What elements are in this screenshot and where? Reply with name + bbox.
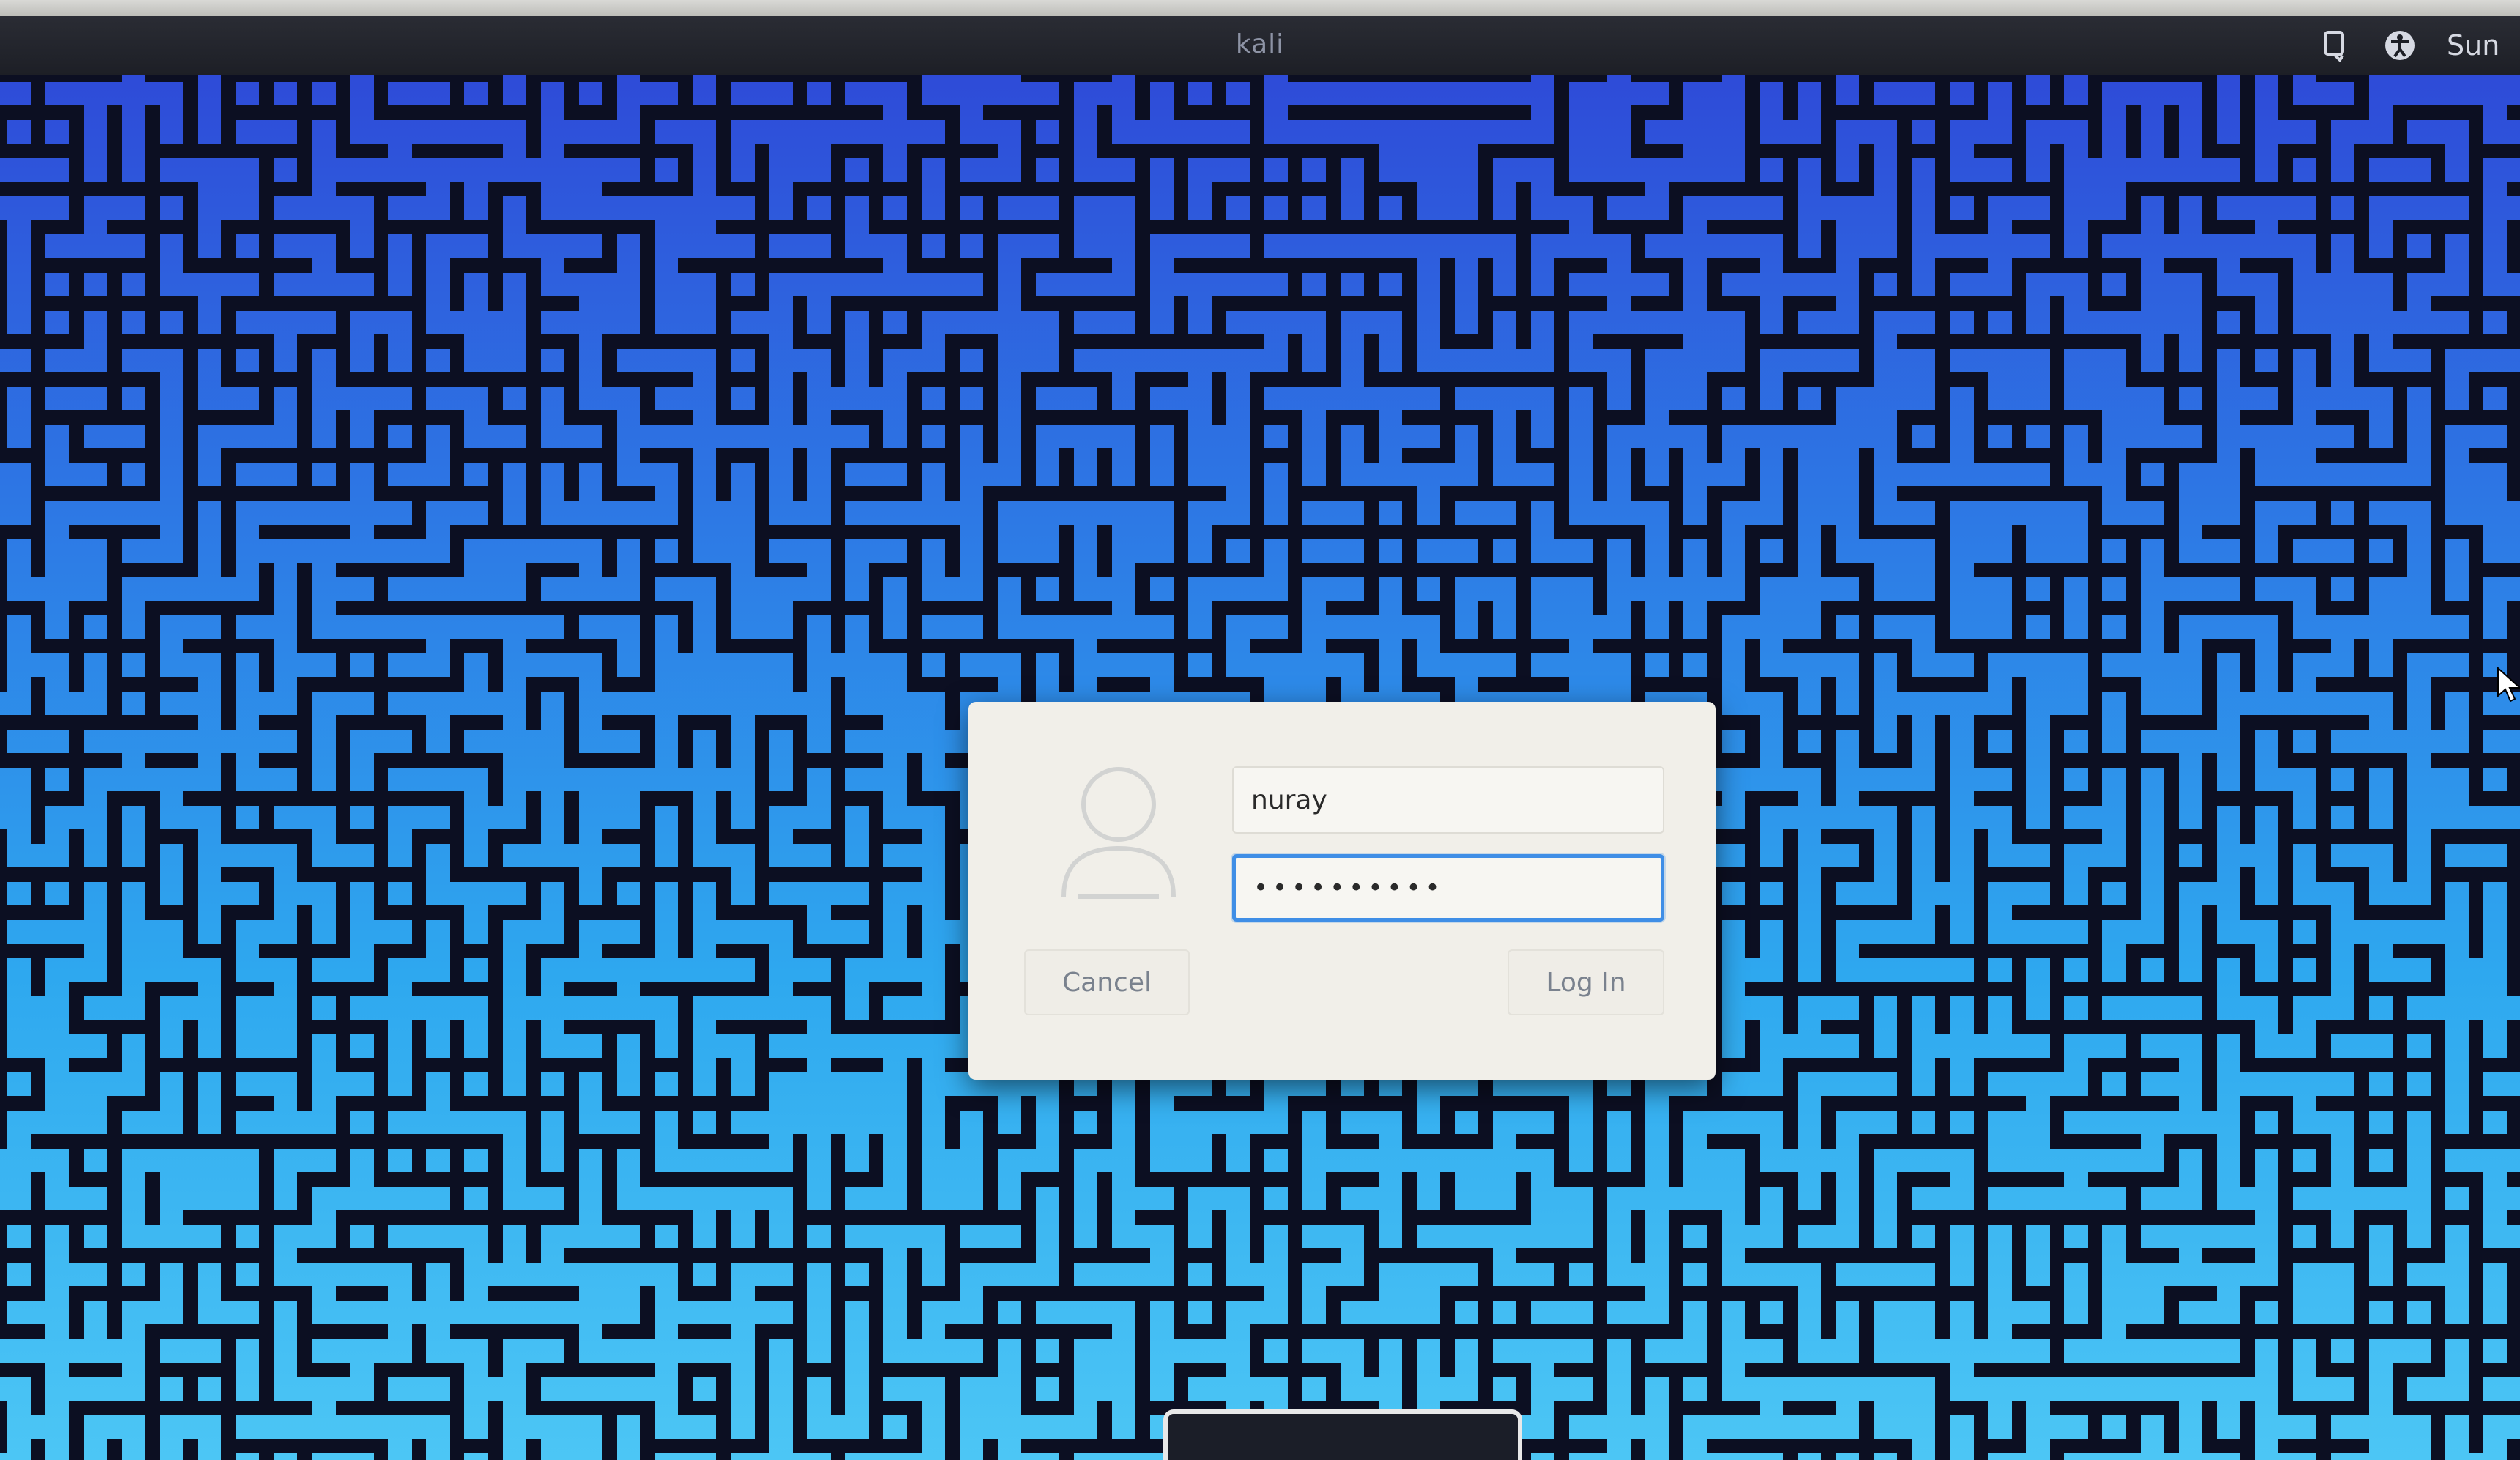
top-panel: kali Sun	[0, 16, 2520, 76]
clock-label[interactable]: Sun	[2447, 29, 2513, 62]
screen-reader-icon[interactable]	[2318, 28, 2353, 63]
user-avatar-icon	[1061, 767, 1176, 899]
monitor-bezel	[0, 0, 2520, 16]
cancel-button-label: Cancel	[1062, 967, 1152, 998]
mouse-cursor-icon	[2497, 667, 2520, 703]
username-field[interactable]	[1232, 766, 1664, 834]
panel-indicators: Sun	[2318, 23, 2520, 67]
login-button[interactable]: Log In	[1508, 949, 1664, 1015]
hostname-label: kali	[1235, 29, 1285, 59]
accessibility-icon[interactable]	[2382, 28, 2417, 63]
login-dialog: Cancel Log In	[968, 702, 1716, 1080]
password-field[interactable]	[1232, 854, 1664, 922]
login-button-label: Log In	[1546, 967, 1626, 998]
bottom-tray	[1163, 1409, 1522, 1460]
login-screen: kali Sun nuray •••••••••• Cancel Log In	[0, 0, 2520, 1460]
cancel-button[interactable]: Cancel	[1024, 949, 1190, 1015]
